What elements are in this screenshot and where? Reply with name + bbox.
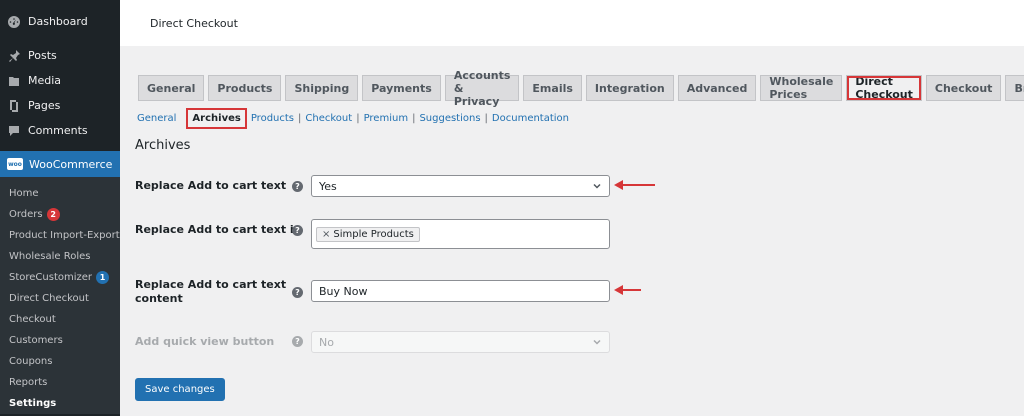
red-arrow-indicator [614, 179, 656, 191]
page-header: Direct Checkout [120, 0, 1024, 46]
submenu-storecustomizer[interactable]: StoreCustomizer 1 [0, 267, 120, 288]
menu-media[interactable]: Media [0, 68, 120, 93]
tab-wholesale-prices[interactable]: Wholesale Prices [760, 75, 843, 101]
replace-content-label: Replace Add to cart text content [135, 278, 286, 306]
menu-label: Pages [28, 99, 61, 112]
tab-payments[interactable]: Payments [362, 75, 441, 101]
orders-count-badge: 2 [46, 208, 60, 221]
tab-shipping[interactable]: Shipping [285, 75, 359, 101]
submenu-label: Wholesale Roles [9, 251, 91, 262]
replace-text-select[interactable]: Yes [311, 175, 610, 197]
comments-icon [7, 124, 21, 138]
submenu-label: Direct Checkout [9, 293, 89, 304]
tab-checkout[interactable]: Checkout [925, 75, 1002, 101]
subnav-separator: | [412, 113, 416, 124]
menu-label: Media [28, 74, 62, 87]
dashboard-icon [7, 15, 21, 29]
submenu-product-import-export[interactable]: Product Import-Export [0, 225, 120, 246]
submenu-label: Checkout [9, 314, 56, 325]
submenu-orders[interactable]: Orders 2 [0, 204, 120, 225]
label-line: Replace Add to cart text [135, 278, 287, 291]
tab-direct-checkout[interactable]: Direct Checkout [846, 75, 922, 101]
subnav-separator: | [356, 113, 360, 124]
tab-general[interactable]: General [138, 75, 205, 101]
admin-sidebar: Dashboard Posts Media Pages Comments woo… [0, 0, 120, 416]
tab-brands[interactable]: Brands [1005, 75, 1024, 101]
submenu-coupons[interactable]: Coupons [0, 351, 120, 372]
submenu-checkout[interactable]: Checkout [0, 309, 120, 330]
page-title: Direct Checkout [150, 17, 238, 30]
section-subnav: General Archives Products | Checkout | P… [137, 108, 569, 129]
woocommerce-submenu: Home Orders 2 Product Import-Export Whole… [0, 177, 120, 414]
submenu-label: Coupons [9, 356, 53, 367]
replace-text-label: Replace Add to cart text [135, 179, 287, 192]
storecustomizer-badge: 1 [96, 271, 110, 284]
woocommerce-icon: woo [7, 158, 23, 170]
chevron-down-icon [592, 181, 602, 191]
subnav-archives[interactable]: Archives [186, 108, 247, 129]
submenu-label: Orders [9, 209, 43, 220]
subnav-suggestions[interactable]: Suggestions [419, 113, 480, 124]
help-icon: ? [292, 336, 303, 347]
menu-label: Comments [28, 124, 88, 137]
pin-icon [7, 49, 21, 63]
pages-icon [7, 99, 21, 113]
menu-label: Posts [28, 49, 57, 62]
submenu-direct-checkout[interactable]: Direct Checkout [0, 288, 120, 309]
subnav-separator: | [484, 113, 488, 124]
tab-advanced[interactable]: Advanced [677, 75, 757, 101]
select-value: Yes [319, 179, 337, 193]
chevron-down-icon [592, 337, 602, 347]
menu-posts[interactable]: Posts [0, 43, 120, 68]
section-title: Archives [135, 138, 191, 153]
subnav-general[interactable]: General [137, 113, 176, 124]
submenu-label: StoreCustomizer [9, 272, 93, 283]
subnav-separator: | [298, 113, 302, 124]
red-arrow-indicator [614, 284, 642, 296]
input-value: Buy Now [319, 284, 368, 298]
submenu-settings[interactable]: Settings [0, 393, 120, 414]
submenu-wholesale-roles[interactable]: Wholesale Roles [0, 246, 120, 267]
menu-woocommerce[interactable]: woo WooCommerce [0, 151, 120, 177]
subnav-checkout[interactable]: Checkout [305, 113, 352, 124]
subnav-documentation[interactable]: Documentation [492, 113, 569, 124]
product-type-chip: × Simple Products [316, 226, 420, 242]
replace-content-input[interactable]: Buy Now [311, 280, 610, 302]
quick-view-select: No [311, 331, 610, 353]
submenu-customers[interactable]: Customers [0, 330, 120, 351]
menu-pages[interactable]: Pages [0, 93, 120, 118]
menu-comments[interactable]: Comments [0, 118, 120, 143]
menu-label: Dashboard [28, 15, 88, 28]
label-line: content [135, 292, 183, 305]
replace-text-in-label: Replace Add to cart text in [135, 223, 302, 236]
help-icon[interactable]: ? [292, 181, 303, 192]
submenu-label: Product Import-Export [9, 230, 120, 241]
menu-dashboard[interactable]: Dashboard [0, 9, 120, 34]
submenu-reports[interactable]: Reports [0, 372, 120, 393]
help-icon[interactable]: ? [292, 225, 303, 236]
menu-label: WooCommerce [29, 157, 113, 171]
submenu-label: Reports [9, 377, 48, 388]
chip-label: Simple Products [333, 228, 414, 240]
subnav-products[interactable]: Products [251, 113, 294, 124]
select-value: No [319, 335, 334, 349]
tab-accounts-privacy[interactable]: Accounts & Privacy [444, 69, 520, 108]
submenu-label: Settings [9, 398, 57, 409]
tab-products[interactable]: Products [208, 75, 282, 101]
help-icon[interactable]: ? [292, 287, 303, 298]
subnav-premium[interactable]: Premium [364, 113, 409, 124]
media-icon [7, 74, 21, 88]
save-changes-button[interactable]: Save changes [135, 378, 225, 401]
replace-text-in-multiselect[interactable]: × Simple Products [311, 219, 610, 249]
tab-integration[interactable]: Integration [585, 75, 674, 101]
quick-view-label: Add quick view button [135, 335, 275, 348]
settings-tabs: General Products Shipping Payments Accou… [138, 69, 1024, 108]
tab-emails[interactable]: Emails [523, 75, 582, 101]
chip-remove-icon[interactable]: × [322, 229, 330, 240]
submenu-label: Home [9, 188, 39, 199]
submenu-home[interactable]: Home [0, 183, 120, 204]
submenu-label: Customers [9, 335, 63, 346]
